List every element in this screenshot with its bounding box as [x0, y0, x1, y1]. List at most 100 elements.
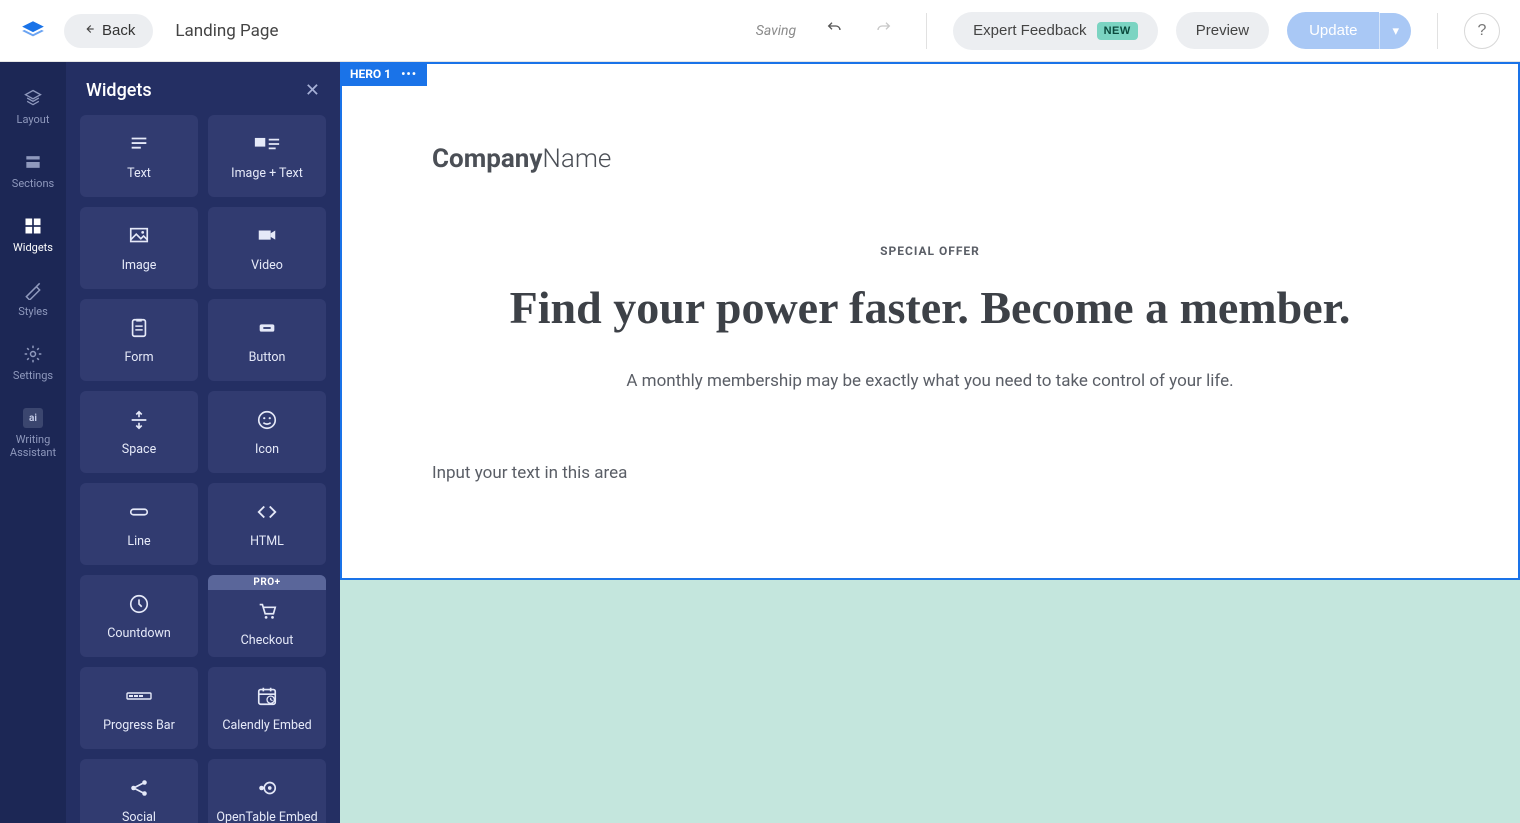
brand-text[interactable]: CompanyName	[432, 144, 1428, 174]
button-icon	[253, 316, 281, 340]
subhead-text[interactable]: A monthly membership may be exactly what…	[432, 371, 1428, 391]
widget-label: Image + Text	[231, 166, 303, 181]
progress-icon	[125, 684, 153, 708]
ai-icon: ai	[23, 408, 43, 428]
rail-label: Widgets	[13, 241, 53, 254]
rail-label: Writing Assistant	[0, 433, 66, 459]
widget-icon[interactable]: Icon	[208, 391, 326, 473]
widget-countdown[interactable]: Countdown	[80, 575, 198, 657]
space-icon	[125, 408, 153, 432]
help-icon: ?	[1478, 22, 1487, 39]
preview-button[interactable]: Preview	[1176, 12, 1269, 49]
widget-button[interactable]: Button	[208, 299, 326, 381]
divider	[1437, 13, 1438, 49]
update-dropdown[interactable]: ▾	[1379, 13, 1411, 49]
widget-label: Progress Bar	[103, 718, 175, 733]
line-icon	[125, 500, 153, 524]
image-icon	[125, 224, 153, 248]
redo-button[interactable]	[868, 16, 900, 45]
rail-item-widgets[interactable]: Widgets	[0, 204, 66, 266]
app-logo-icon	[20, 18, 46, 44]
rail-item-sections[interactable]: Sections	[0, 140, 66, 202]
layout-icon	[23, 88, 43, 108]
rail-item-settings[interactable]: Settings	[0, 332, 66, 394]
back-button[interactable]: Back	[64, 14, 153, 48]
brand-light: Name	[542, 144, 611, 174]
widget-label: Form	[124, 350, 153, 365]
update-button[interactable]: Update	[1287, 12, 1379, 49]
expert-feedback-button[interactable]: Expert Feedback NEW	[953, 12, 1158, 50]
widget-opentable[interactable]: OpenTable Embed	[208, 759, 326, 823]
update-label: Update	[1309, 22, 1357, 39]
main: Layout Sections Widgets Styles Settings	[0, 62, 1520, 823]
saving-status: Saving	[756, 23, 796, 39]
section-tag[interactable]: HERO 1 •••	[340, 62, 427, 86]
pro-badge: PRO+	[208, 575, 326, 590]
widget-label: Checkout	[241, 633, 294, 648]
eyebrow-text[interactable]: SPECIAL OFFER	[432, 244, 1428, 258]
widget-label: Calendly Embed	[222, 718, 311, 733]
widget-label: Social	[122, 810, 156, 823]
widget-label: Text	[127, 166, 151, 181]
share-icon	[125, 776, 153, 800]
widgets-icon	[23, 216, 43, 236]
styles-icon	[23, 280, 43, 300]
gear-icon	[23, 344, 43, 364]
rail-label: Layout	[17, 113, 50, 126]
widget-grid: Text Image + Text Image Video Form Butto	[66, 115, 340, 823]
widget-space[interactable]: Space	[80, 391, 198, 473]
widget-label: Icon	[255, 442, 279, 457]
section-below[interactable]	[340, 580, 1520, 823]
widget-label: OpenTable Embed	[216, 810, 317, 823]
rail-item-layout[interactable]: Layout	[0, 76, 66, 138]
update-group: Update ▾	[1287, 12, 1411, 49]
text-widget-placeholder[interactable]: Input your text in this area	[432, 463, 1428, 483]
close-icon: ✕	[305, 80, 320, 100]
widget-label: HTML	[250, 534, 284, 549]
widget-form[interactable]: Form	[80, 299, 198, 381]
clock-icon	[125, 592, 153, 616]
cart-icon	[253, 599, 281, 623]
calendar-icon	[253, 684, 281, 708]
widget-label: Space	[122, 442, 156, 457]
sections-icon	[23, 152, 43, 172]
divider	[926, 13, 927, 49]
rail-label: Settings	[13, 369, 53, 382]
preview-label: Preview	[1196, 22, 1249, 39]
brand-bold: Company	[432, 144, 542, 174]
panel-close-button[interactable]: ✕	[305, 80, 320, 101]
widget-social[interactable]: Social	[80, 759, 198, 823]
more-icon[interactable]: •••	[401, 67, 417, 81]
expert-feedback-label: Expert Feedback	[973, 22, 1086, 39]
rail-item-styles[interactable]: Styles	[0, 268, 66, 330]
image-text-icon	[253, 132, 281, 156]
undo-button[interactable]	[818, 16, 850, 45]
widget-progress-bar[interactable]: Progress Bar	[80, 667, 198, 749]
widget-checkout[interactable]: PRO+ Checkout	[208, 575, 326, 657]
widget-label: Countdown	[107, 626, 171, 641]
widget-image[interactable]: Image	[80, 207, 198, 289]
new-badge: NEW	[1097, 22, 1138, 40]
widget-html[interactable]: HTML	[208, 483, 326, 565]
opentable-icon	[253, 776, 281, 800]
widget-image-text[interactable]: Image + Text	[208, 115, 326, 197]
video-icon	[253, 224, 281, 248]
widget-text[interactable]: Text	[80, 115, 198, 197]
back-label: Back	[102, 22, 135, 39]
rail-label: Sections	[12, 177, 54, 190]
widget-line[interactable]: Line	[80, 483, 198, 565]
chevron-down-icon: ▾	[1392, 23, 1399, 38]
rail-item-writing-assistant[interactable]: ai Writing Assistant	[0, 396, 66, 471]
help-button[interactable]: ?	[1464, 13, 1500, 49]
text-icon	[125, 132, 153, 156]
smile-icon	[253, 408, 281, 432]
arrow-left-icon	[82, 22, 96, 40]
left-rail: Layout Sections Widgets Styles Settings	[0, 62, 66, 823]
section-tag-label: HERO 1	[350, 67, 391, 81]
widget-calendly[interactable]: Calendly Embed	[208, 667, 326, 749]
widget-video[interactable]: Video	[208, 207, 326, 289]
headline-text[interactable]: Find your power faster. Become a member.	[432, 280, 1428, 335]
canvas[interactable]: HERO 1 ••• CompanyName SPECIAL OFFER Fin…	[340, 62, 1520, 823]
hero-section[interactable]: HERO 1 ••• CompanyName SPECIAL OFFER Fin…	[340, 62, 1520, 580]
widget-label: Line	[127, 534, 150, 549]
